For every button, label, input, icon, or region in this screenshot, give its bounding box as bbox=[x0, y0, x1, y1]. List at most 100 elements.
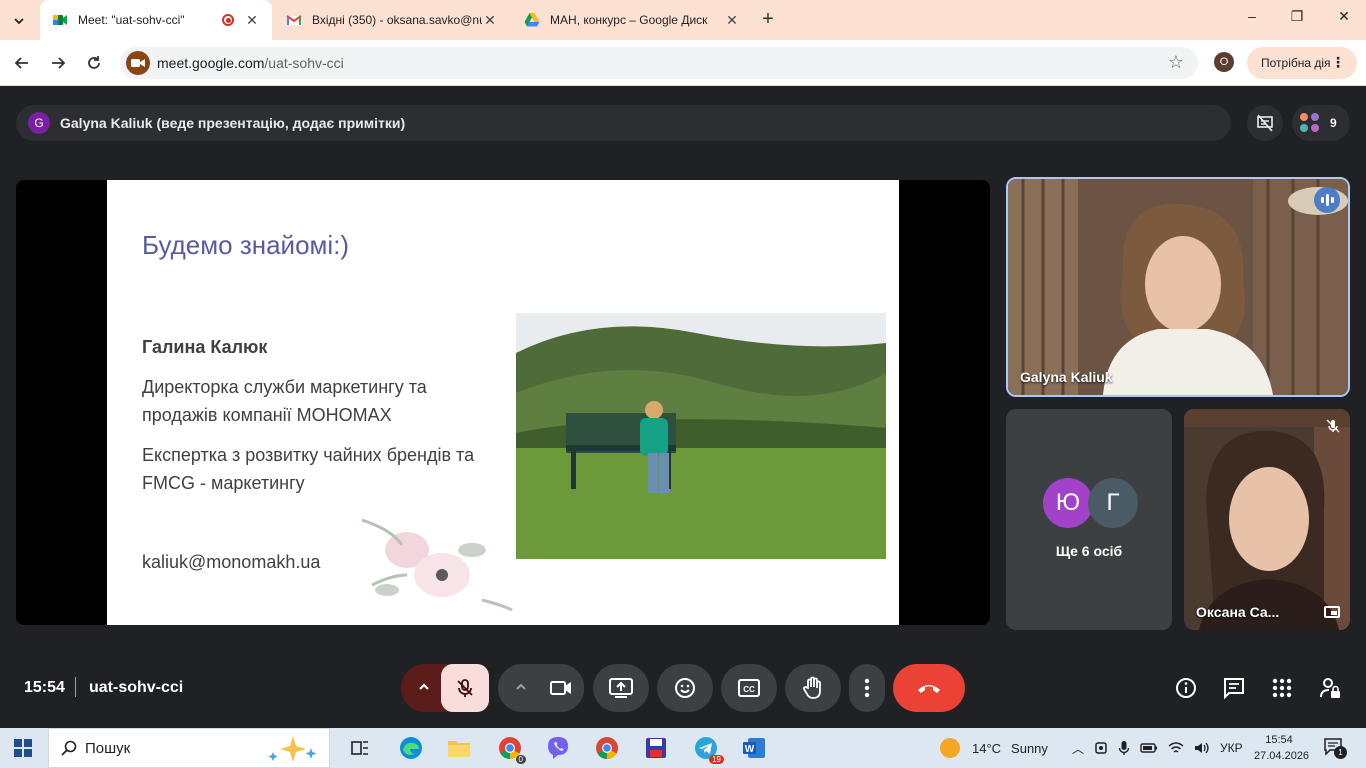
minimize-icon[interactable]: – bbox=[1242, 8, 1262, 24]
gmail-icon bbox=[286, 15, 302, 25]
folder-icon bbox=[448, 741, 470, 757]
more-participants-label: Ще 6 осіб bbox=[1055, 543, 1123, 559]
reload-button[interactable] bbox=[82, 51, 106, 75]
taskbar-app-chrome[interactable]: 0 bbox=[496, 734, 526, 764]
tab-meet[interactable]: Meet: "uat-sohv-cci" ✕ bbox=[40, 0, 272, 40]
tab-google-drive[interactable]: МАН, конкурс – Google Диск ✕ bbox=[512, 0, 752, 40]
toggle-camera-button[interactable] bbox=[538, 664, 584, 712]
notifications-button[interactable]: 1 bbox=[1324, 738, 1347, 761]
captions-button[interactable]: CC bbox=[721, 664, 777, 712]
profile-avatar[interactable]: O bbox=[1214, 52, 1234, 72]
toggle-microphone-button[interactable] bbox=[441, 664, 489, 712]
participant-tile-presenter[interactable]: Galyna Kaliuk bbox=[1006, 177, 1350, 397]
arrow-right-icon bbox=[52, 57, 66, 69]
meeting-time: 15:54 bbox=[24, 679, 65, 696]
meeting-details-button[interactable] bbox=[1174, 676, 1198, 700]
close-tab-icon[interactable]: ✕ bbox=[244, 12, 260, 29]
taskbar-app-word[interactable]: W bbox=[740, 734, 768, 762]
telegram-badge: 19 bbox=[709, 755, 724, 764]
battery-icon[interactable] bbox=[1140, 742, 1158, 754]
camera-tray-icon[interactable] bbox=[1094, 741, 1108, 755]
back-button[interactable] bbox=[10, 51, 34, 75]
bookmark-star-icon[interactable]: ☆ bbox=[1168, 52, 1184, 73]
presenter-avatar: G bbox=[28, 112, 50, 134]
tab-strip: Meet: "uat-sohv-cci" ✕ Вхідні (350) - ok… bbox=[0, 0, 1366, 40]
participant-tile-self[interactable]: Оксана Са... bbox=[1184, 409, 1350, 630]
taskbar-app-file-explorer[interactable] bbox=[445, 734, 473, 762]
participant-count: 9 bbox=[1330, 116, 1337, 130]
weather-widget[interactable]: 14°C Sunny bbox=[940, 728, 1048, 768]
url-text: meet.google.com/uat-sohv-cci bbox=[157, 55, 344, 71]
taskbar-search-box[interactable]: Пошук bbox=[48, 728, 330, 768]
participant-tile-others[interactable]: Ю Г Ще 6 осіб bbox=[1006, 409, 1172, 630]
slide-speaker-email: kaliuk@monomakh.ua bbox=[142, 552, 321, 572]
taskbar-app-edge[interactable] bbox=[397, 734, 425, 762]
camera-icon bbox=[131, 59, 145, 67]
word-icon: W bbox=[743, 738, 765, 758]
action-required-button[interactable]: Потрібна дія ⋮ bbox=[1247, 47, 1357, 79]
site-info-icon[interactable] bbox=[126, 51, 150, 75]
address-bar[interactable]: meet.google.com/uat-sohv-cci ☆ bbox=[120, 47, 1198, 79]
windows-start-button[interactable] bbox=[14, 739, 32, 762]
host-controls-button[interactable] bbox=[1318, 676, 1342, 700]
wifi-icon[interactable] bbox=[1168, 741, 1184, 755]
kebab-menu-icon[interactable]: ⋮ bbox=[1331, 54, 1345, 71]
edge-icon bbox=[400, 737, 422, 759]
tab-title: Meet: "uat-sohv-cci" bbox=[78, 13, 185, 27]
flower-decoration-image bbox=[361, 518, 513, 612]
browser-toolbar: meet.google.com/uat-sohv-cci ☆ bbox=[0, 40, 1366, 86]
tab-title: Вхідні (350) - oksana.savko@nu bbox=[312, 13, 482, 27]
new-tab-button[interactable]: + bbox=[758, 8, 778, 31]
notification-badge: 1 bbox=[1334, 746, 1347, 759]
mic-off-icon bbox=[1326, 419, 1340, 433]
chat-button[interactable] bbox=[1222, 676, 1246, 700]
restore-icon[interactable]: ❐ bbox=[1287, 8, 1307, 25]
system-clock[interactable]: 15:54 27.04.2026 bbox=[1254, 732, 1310, 764]
activities-button[interactable] bbox=[1270, 676, 1294, 700]
tab-gmail[interactable]: Вхідні (350) - oksana.savko@nu ✕ bbox=[274, 0, 510, 40]
close-tab-icon[interactable]: ✕ bbox=[724, 12, 740, 29]
clock-date: 27.04.2026 bbox=[1254, 750, 1310, 762]
kebab-menu-icon bbox=[864, 678, 870, 698]
present-screen-icon bbox=[609, 678, 633, 698]
divider bbox=[75, 677, 76, 697]
google-meet-icon bbox=[53, 15, 67, 25]
taskbar-app-viber[interactable] bbox=[544, 734, 572, 762]
participant-name: Galyna Kaliuk bbox=[1020, 369, 1113, 385]
present-screen-button[interactable] bbox=[593, 664, 649, 712]
language-indicator[interactable]: УКР bbox=[1220, 741, 1243, 755]
url-path: /uat-sohv-cci bbox=[264, 55, 344, 71]
chevron-up-icon[interactable]: ︿ bbox=[1072, 740, 1084, 757]
tab-title: МАН, конкурс – Google Диск bbox=[550, 13, 708, 27]
picture-in-picture-icon[interactable] bbox=[1324, 606, 1340, 618]
task-view-button[interactable] bbox=[346, 734, 374, 762]
forward-button[interactable] bbox=[46, 51, 70, 75]
taskbar-app-telegram[interactable]: 19 bbox=[692, 734, 724, 764]
close-tab-icon[interactable]: ✕ bbox=[482, 12, 498, 29]
taskbar-app-chrome-profile[interactable] bbox=[593, 734, 621, 762]
participant-name: Оксана Са... bbox=[1196, 604, 1280, 620]
taskbar-app-save[interactable] bbox=[642, 734, 670, 762]
close-window-icon[interactable]: ✕ bbox=[1334, 8, 1354, 25]
reactions-button[interactable] bbox=[657, 664, 713, 712]
leave-call-button[interactable] bbox=[893, 664, 965, 712]
raise-hand-button[interactable] bbox=[785, 664, 841, 712]
clock-time: 15:54 bbox=[1265, 734, 1293, 746]
slide-speaker-role: Директорка служби маркетингу та продажів… bbox=[142, 377, 427, 425]
volume-icon[interactable] bbox=[1194, 741, 1210, 755]
presentation-slide: Будемо знайомі:) Галина Калюк Директорка… bbox=[107, 180, 899, 625]
svg-text:CC: CC bbox=[743, 685, 755, 694]
search-icon bbox=[61, 740, 77, 756]
chevron-up-icon[interactable] bbox=[417, 680, 431, 694]
layout-button[interactable] bbox=[1247, 105, 1283, 141]
reload-icon bbox=[88, 56, 100, 69]
microphone-tray-icon[interactable] bbox=[1118, 740, 1130, 756]
tab-search-button[interactable] bbox=[6, 8, 32, 34]
more-options-button[interactable] bbox=[849, 664, 885, 712]
participants-button[interactable]: 9 bbox=[1292, 105, 1350, 141]
svg-text:W: W bbox=[745, 744, 755, 755]
info-icon bbox=[1176, 678, 1196, 698]
weather-temp: 14°C bbox=[972, 740, 1002, 756]
chevron-up-icon[interactable] bbox=[514, 680, 528, 694]
sparkle-highlight-icon bbox=[268, 736, 317, 762]
